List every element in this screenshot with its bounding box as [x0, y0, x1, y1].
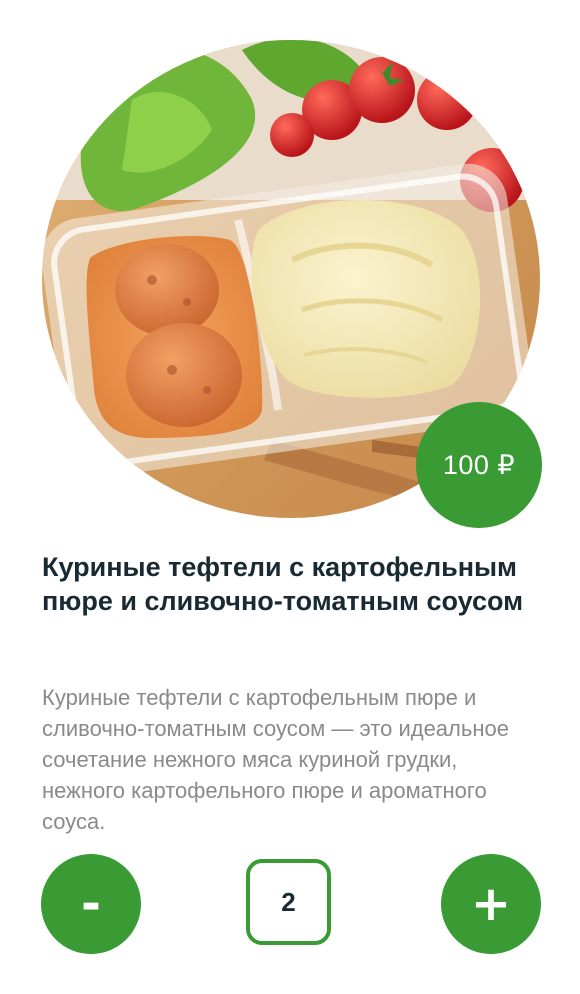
- increment-button[interactable]: +: [441, 854, 541, 954]
- product-title: Куриные тефтели с картофельным пюре и сл…: [42, 552, 524, 616]
- product-description: Куриные тефтели с картофельным пюре и сл…: [42, 685, 509, 834]
- product-image-wrap: 100 ₽: [42, 40, 542, 528]
- decrement-button[interactable]: -: [41, 854, 141, 954]
- quantity-stepper: - 2 +: [0, 854, 580, 954]
- price-badge: 100 ₽: [416, 402, 542, 528]
- product-card: 100 ₽ Куриные тефтели с картофельным пюр…: [0, 0, 580, 994]
- quantity-value[interactable]: 2: [246, 859, 331, 945]
- price-label: 100 ₽: [442, 449, 516, 480]
